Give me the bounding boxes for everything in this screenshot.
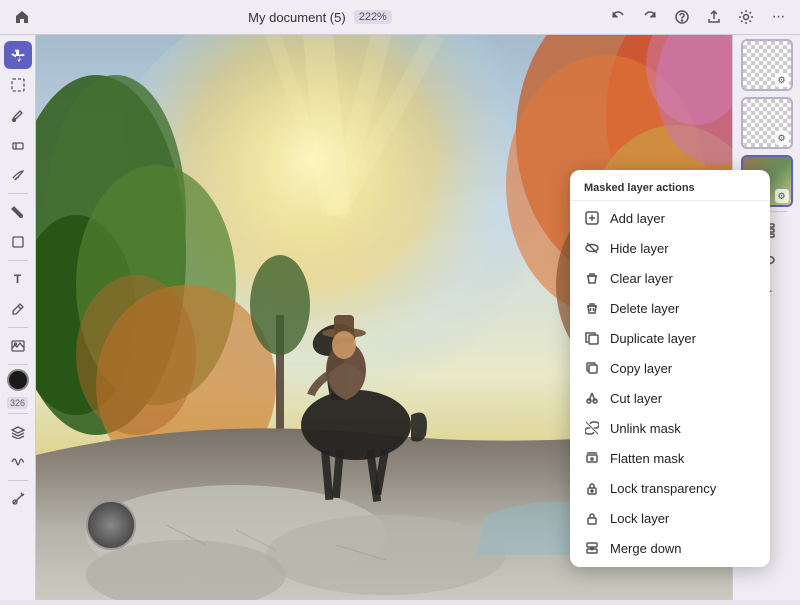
flatten-mask-icon [584, 450, 600, 466]
hide-layer-item[interactable]: Hide layer [570, 233, 770, 263]
clear-layer-item[interactable]: Clear layer [570, 263, 770, 293]
document-title: My document (5) [248, 10, 346, 25]
help-button[interactable] [670, 5, 694, 29]
text-tool[interactable]: T [4, 265, 32, 293]
toolbar-divider-1 [8, 193, 28, 194]
hide-layer-icon [584, 240, 600, 256]
clear-layer-icon [584, 270, 600, 286]
copy-layer-icon [584, 360, 600, 376]
lock-transparency-icon [584, 480, 600, 496]
lock-layer-icon [584, 510, 600, 526]
top-bar-right: ··· [606, 5, 790, 29]
lock-transparency-item[interactable]: Lock transparency [570, 473, 770, 503]
layers-tool[interactable] [4, 418, 32, 446]
cut-layer-item[interactable]: Cut layer [570, 383, 770, 413]
fill-tool[interactable] [4, 198, 32, 226]
main-area: My document (5) 222% [0, 0, 800, 600]
context-menu-title: Masked layer actions [570, 174, 770, 201]
unlink-mask-icon [584, 420, 600, 436]
toolbar-divider-5 [8, 413, 28, 414]
image-tool[interactable] [4, 332, 32, 360]
brush-tool[interactable] [4, 101, 32, 129]
toolbar-divider-4 [8, 364, 28, 365]
share-button[interactable] [702, 5, 726, 29]
layer-thumbnail-1[interactable]: ⚙ [741, 39, 793, 91]
unlink-mask-item[interactable]: Unlink mask [570, 413, 770, 443]
shape-tool[interactable] [4, 228, 32, 256]
delete-layer-icon [584, 300, 600, 316]
duplicate-layer-item[interactable]: Duplicate layer [570, 323, 770, 353]
eraser-tool[interactable] [4, 131, 32, 159]
home-button[interactable] [10, 5, 34, 29]
duplicate-layer-icon [584, 330, 600, 346]
move-tool[interactable] [4, 41, 32, 69]
settings-button[interactable] [734, 5, 758, 29]
selection-tool[interactable] [4, 71, 32, 99]
top-bar: My document (5) 222% [0, 0, 800, 35]
toolbar-divider-3 [8, 327, 28, 328]
delete-layer-item[interactable]: Delete layer [570, 293, 770, 323]
smudge-tool[interactable] [4, 161, 32, 189]
more-button[interactable]: ··· [766, 5, 790, 29]
context-menu: Masked layer actions Add layer Hid [570, 170, 770, 567]
merge-down-item[interactable]: Merge down [570, 533, 770, 563]
undo-button[interactable] [606, 5, 630, 29]
cut-layer-icon [584, 390, 600, 406]
zoom-level[interactable]: 222% [354, 10, 392, 24]
top-bar-left [10, 5, 34, 29]
eyedropper-tool[interactable] [4, 295, 32, 323]
layer-thumbnail-2[interactable]: ⚙ [741, 97, 793, 149]
add-layer-icon [584, 210, 600, 226]
redo-button[interactable] [638, 5, 662, 29]
copy-layer-item[interactable]: Copy layer [570, 353, 770, 383]
merge-down-icon [584, 540, 600, 556]
toolbar-divider-6 [8, 480, 28, 481]
toolbar-divider-2 [8, 260, 28, 261]
layer-3-gear-icon[interactable]: ⚙ [775, 189, 789, 203]
brush-size-display[interactable]: 326 [7, 397, 28, 409]
brush-indicator[interactable] [86, 500, 136, 550]
wand-tool[interactable] [4, 485, 32, 513]
color-picker[interactable] [7, 369, 29, 391]
lock-layer-item[interactable]: Lock layer [570, 503, 770, 533]
layer-2-gear-icon[interactable]: ⚙ [775, 131, 789, 145]
layer-1-gear-icon[interactable]: ⚙ [775, 73, 789, 87]
document-title-area: My document (5) 222% [248, 10, 392, 25]
flatten-mask-item[interactable]: Flatten mask [570, 443, 770, 473]
wave-tool[interactable] [4, 448, 32, 476]
add-layer-item[interactable]: Add layer [570, 203, 770, 233]
left-toolbar: T 326 [0, 35, 36, 600]
